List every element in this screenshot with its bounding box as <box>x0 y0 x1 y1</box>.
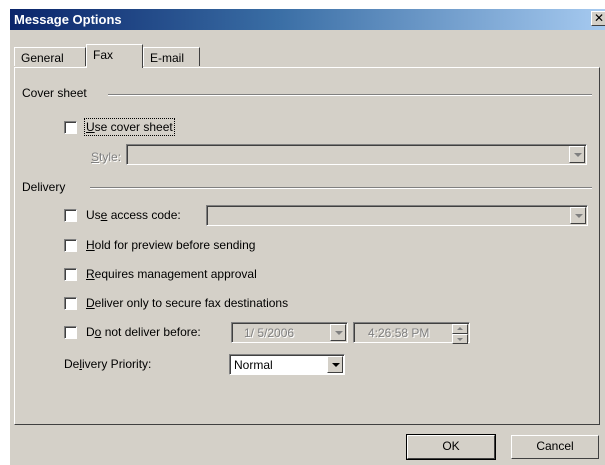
style-label: Style: <box>91 150 122 164</box>
style-dropdown[interactable] <box>126 144 587 165</box>
priority-chevron-down-icon[interactable] <box>327 356 343 373</box>
deliver-time-picker[interactable]: 4:26:58 PM <box>353 322 470 344</box>
title-bar[interactable]: Message Options ✕ <box>10 9 605 30</box>
hold-preview-label[interactable]: Hold for preview before sending <box>86 238 255 252</box>
tab-fax-label: Fax <box>93 48 114 62</box>
message-options-dialog: Message Options ✕ General Fax E-mail Cov… <box>9 8 605 465</box>
access-code-dropdown[interactable] <box>206 205 588 226</box>
spin-down-icon[interactable] <box>452 334 468 344</box>
spin-up-icon[interactable] <box>452 324 468 334</box>
tab-email[interactable]: E-mail <box>143 47 200 66</box>
close-button[interactable]: ✕ <box>591 11 605 26</box>
tab-general-label: General <box>21 51 64 65</box>
tab-email-label: E-mail <box>150 51 185 65</box>
delivery-group-label: Delivery <box>22 180 66 194</box>
secure-fax-label[interactable]: Deliver only to secure fax destinations <box>86 296 288 310</box>
use-access-code-checkbox[interactable] <box>64 209 77 222</box>
delivery-priority-label: Delivery Priority: <box>64 357 152 371</box>
use-cover-sheet-label[interactable]: Use cover sheet <box>84 118 175 136</box>
delivery-priority-dropdown[interactable]: Normal <box>229 354 345 375</box>
cancel-button[interactable]: Cancel <box>511 435 599 459</box>
use-access-code-label[interactable]: Use access code: <box>86 208 181 222</box>
do-not-deliver-label[interactable]: Do not deliver before: <box>86 325 201 339</box>
cover-sheet-group-label: Cover sheet <box>22 86 87 100</box>
delivery-priority-value: Normal <box>234 358 273 372</box>
deliver-date-picker[interactable]: 1/ 5/2006 <box>231 322 348 343</box>
use-cover-sheet-checkbox[interactable] <box>64 121 77 134</box>
requires-approval-checkbox[interactable] <box>64 268 77 281</box>
tab-fax[interactable]: Fax <box>86 44 143 68</box>
hold-preview-checkbox[interactable] <box>64 239 77 252</box>
ok-button[interactable]: OK <box>406 434 496 460</box>
requires-approval-label[interactable]: Requires management approval <box>86 267 257 281</box>
deliver-date-value: 1/ 5/2006 <box>244 326 295 340</box>
deliver-time-value: 4:26:58 PM <box>368 326 430 340</box>
window-title: Message Options <box>14 12 122 27</box>
date-picker-chevron-down-icon[interactable] <box>330 324 346 341</box>
do-not-deliver-checkbox[interactable] <box>64 326 77 339</box>
style-dropdown-chevron-down-icon[interactable] <box>569 146 585 163</box>
tab-general[interactable]: General <box>14 47 86 66</box>
access-code-chevron-down-icon[interactable] <box>570 207 586 224</box>
secure-fax-checkbox[interactable] <box>64 297 77 310</box>
delivery-divider <box>90 187 592 189</box>
cover-sheet-divider <box>108 94 592 96</box>
time-spinner[interactable] <box>452 324 468 344</box>
